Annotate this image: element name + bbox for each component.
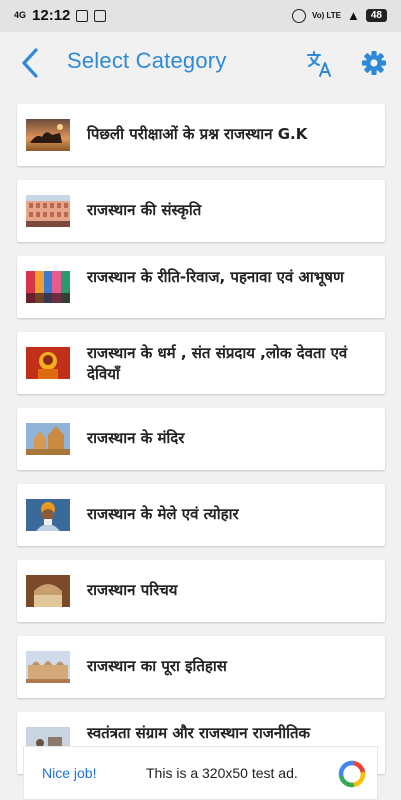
category-label: राजस्थान की संस्कृति — [87, 201, 202, 219]
alarm-icon — [291, 8, 306, 23]
back-button[interactable] — [16, 46, 48, 80]
category-item[interactable]: राजस्थान के रीति-रिवाज, पहनावा एवं आभूषण — [17, 256, 385, 318]
goddess-thumbnail — [26, 347, 70, 379]
status-bar: 4G 12:12 Vo) LTE ▲ 48 — [0, 0, 401, 32]
category-item[interactable]: राजस्थान के मेले एवं त्योहार — [17, 484, 385, 546]
fair-thumbnail — [26, 499, 70, 531]
notification-icon — [76, 9, 89, 22]
category-label: राजस्थान के मंदिर — [87, 429, 185, 447]
page-title: Select Category — [67, 48, 227, 73]
wifi-icon: ▲ — [347, 8, 360, 23]
bazaar-thumbnail — [26, 271, 70, 303]
ad-cta[interactable]: Nice job! — [42, 765, 96, 781]
app-bar: Select Category — [0, 32, 401, 94]
category-item[interactable]: राजस्थान परिचय — [17, 560, 385, 622]
category-item[interactable]: राजस्थान के धर्म , संत संप्रदाय ,लोक देव… — [17, 332, 385, 394]
ad-banner[interactable]: Nice job! This is a 320x50 test ad. — [23, 746, 378, 800]
category-item[interactable]: राजस्थान की संस्कृति — [17, 180, 385, 242]
category-item[interactable]: राजस्थान का पूरा इतिहास — [17, 636, 385, 698]
category-label: पिछली परीक्षाओं के प्रश्न राजस्थान G.K — [87, 125, 308, 143]
category-label: स्वतंत्रता संग्राम और राजस्थान राजनीतिक — [87, 724, 311, 742]
category-label: राजस्थान के धर्म , संत संप्रदाय ,लोक देव… — [87, 344, 348, 383]
ad-logo-icon — [338, 760, 366, 788]
battery-indicator: 48 — [365, 9, 387, 22]
mail-icon — [94, 9, 107, 22]
status-time: 12:12 — [32, 7, 71, 24]
category-item[interactable]: पिछली परीक्षाओं के प्रश्न राजस्थान G.K — [17, 104, 385, 166]
back-arrow-icon — [22, 48, 38, 78]
palace-thumbnail — [26, 651, 70, 683]
category-label: राजस्थान के रीति-रिवाज, पहनावा एवं आभूषण — [87, 268, 344, 286]
category-label: राजस्थान के मेले एवं त्योहार — [87, 505, 239, 523]
camel-thumbnail — [26, 119, 70, 151]
fort-thumbnail — [26, 575, 70, 607]
gear-icon — [362, 51, 386, 75]
category-item[interactable]: राजस्थान के मंदिर — [17, 408, 385, 470]
hawa-mahal-thumbnail — [26, 195, 70, 227]
category-label: राजस्थान का पूरा इतिहास — [87, 657, 227, 675]
temple-thumbnail — [26, 423, 70, 455]
category-label: राजस्थान परिचय — [87, 581, 178, 599]
settings-button[interactable] — [361, 50, 387, 76]
network-indicator: 4G — [14, 10, 27, 20]
ad-text: This is a 320x50 test ad. — [146, 765, 298, 781]
translate-icon — [307, 51, 331, 77]
volte-indicator: Vo) LTE — [311, 10, 341, 20]
translate-button[interactable] — [306, 50, 334, 78]
